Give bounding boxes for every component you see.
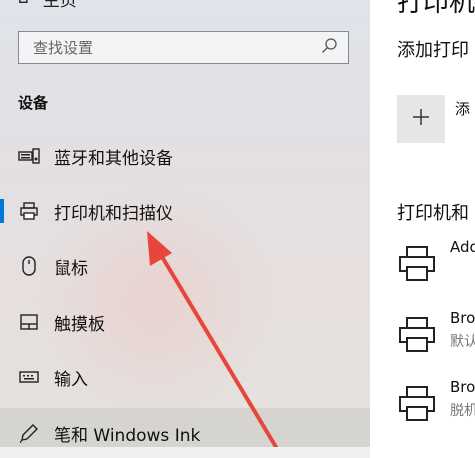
annotation-arrow: [147, 231, 278, 447]
